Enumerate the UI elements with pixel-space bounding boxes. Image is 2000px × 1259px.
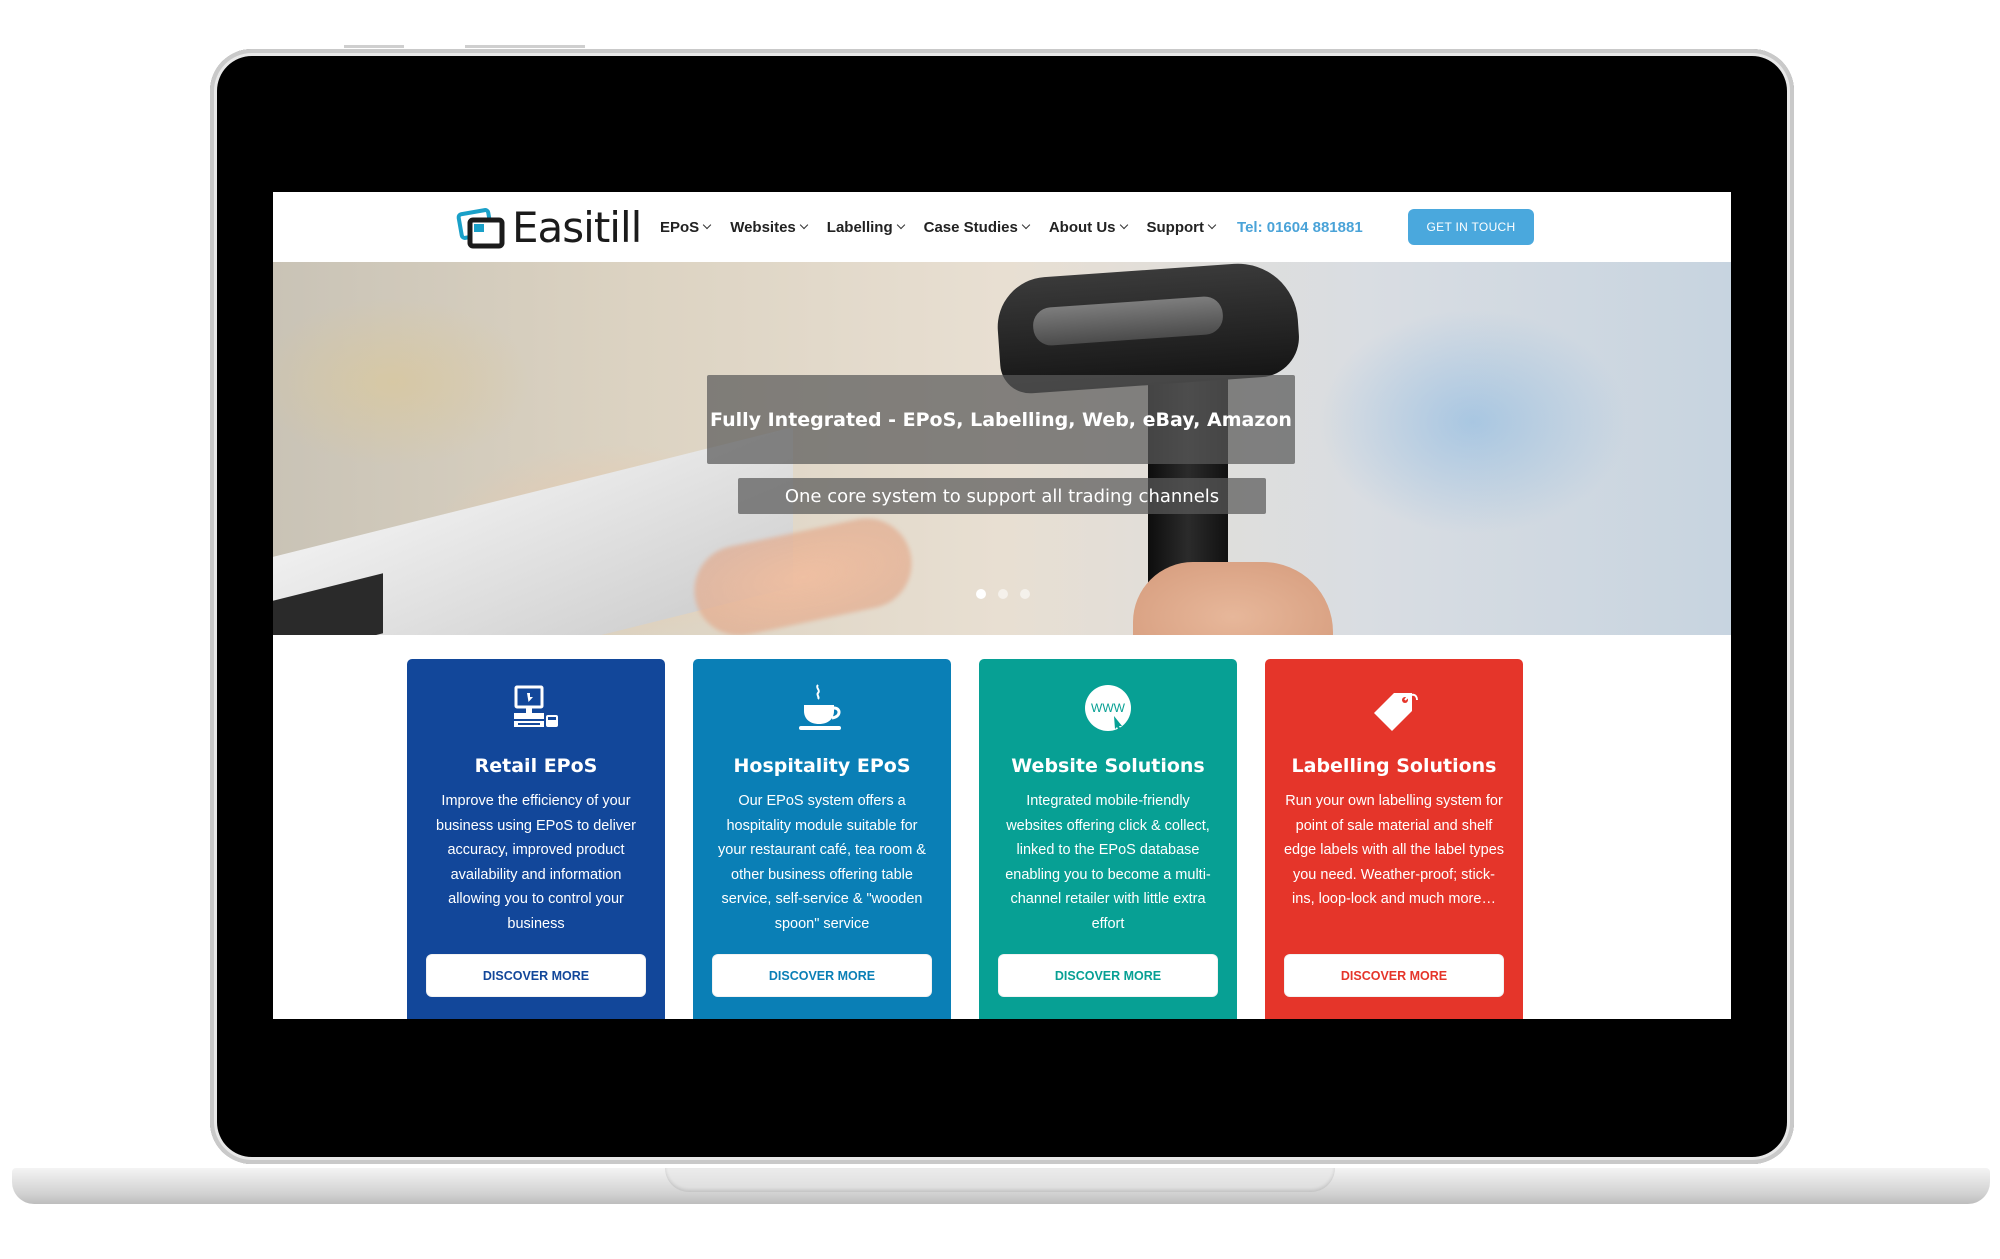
nav-label: Labelling xyxy=(826,218,893,236)
nav-label: Case Studies xyxy=(923,218,1018,236)
hero-subtitle-box: One core system to support all trading c… xyxy=(738,478,1266,514)
phone-link[interactable]: Tel: 01604 881881 xyxy=(1237,219,1363,236)
www-globe-icon: WWW xyxy=(979,679,1237,737)
nav-item-labelling[interactable]: Labelling xyxy=(826,218,905,236)
card-title: Hospitality EPoS xyxy=(733,755,911,777)
slider-dot-2[interactable] xyxy=(998,589,1008,599)
nav-label: Websites xyxy=(730,218,796,236)
lid-bump-right xyxy=(465,45,585,48)
nav-label: EPoS xyxy=(660,218,700,236)
brand-logo[interactable]: Easitill xyxy=(456,202,642,252)
chevron-down-icon xyxy=(799,220,809,230)
discover-more-button[interactable]: DISCOVER MORE xyxy=(998,954,1218,997)
laptop-base-notch xyxy=(665,1168,1335,1192)
card-hospitality-epos: Hospitality EPoS Our EPoS system offers … xyxy=(693,659,951,1019)
nav-item-epos[interactable]: EPoS xyxy=(660,218,712,236)
nav-label: About Us xyxy=(1048,218,1116,236)
slider-dot-3[interactable] xyxy=(1020,589,1030,599)
discover-more-button[interactable]: DISCOVER MORE xyxy=(712,954,932,997)
epos-terminal-icon xyxy=(407,679,665,737)
hero-title-box: Fully Integrated - EPoS, Labelling, Web,… xyxy=(707,375,1295,464)
hero-hand-right xyxy=(1133,562,1333,635)
site-header: Easitill EPoS Websites Labelling Case St… xyxy=(273,192,1731,262)
nav-item-about-us[interactable]: About Us xyxy=(1048,218,1128,236)
card-title: Labelling Solutions xyxy=(1291,755,1497,777)
card-title: Retail EPoS xyxy=(474,755,598,777)
slider-dot-1[interactable] xyxy=(976,589,986,599)
price-tag-icon xyxy=(1265,679,1523,737)
hero-slider: Fully Integrated - EPoS, Labelling, Web,… xyxy=(273,262,1731,635)
hero-subtitle: One core system to support all trading c… xyxy=(784,485,1220,507)
discover-more-button[interactable]: DISCOVER MORE xyxy=(1284,954,1504,997)
card-description: Our EPoS system offers a hospitality mod… xyxy=(718,793,926,932)
nav-item-case-studies[interactable]: Case Studies xyxy=(923,218,1031,236)
chevron-down-icon xyxy=(1119,220,1128,230)
nav-item-websites[interactable]: Websites xyxy=(730,218,809,236)
card-description: Improve the efficiency of your business … xyxy=(436,793,636,932)
website: Easitill EPoS Websites Labelling Case St… xyxy=(273,192,1731,1019)
card-description: Run your own labelling system for point … xyxy=(1283,793,1505,907)
nav-label: Support xyxy=(1146,218,1205,236)
discover-more-button[interactable]: DISCOVER MORE xyxy=(426,954,646,997)
card-description: Integrated mobile-friendly websites offe… xyxy=(1005,793,1211,932)
brand-name: Easitill xyxy=(512,202,642,252)
card-website-solutions: WWW Website Solutions Integrated mobile-… xyxy=(979,659,1237,1019)
coffee-cup-icon xyxy=(693,679,951,737)
card-labelling-solutions: Labelling Solutions Run your own labelli… xyxy=(1265,659,1523,1019)
lid-bump-left xyxy=(344,45,404,48)
solutions-section: Retail EPoS Improve the efficiency of yo… xyxy=(273,635,1731,1019)
laptop-screen: Easitill EPoS Websites Labelling Case St… xyxy=(273,119,1731,1092)
chevron-down-icon xyxy=(702,220,712,230)
get-in-touch-button[interactable]: GET IN TOUCH xyxy=(1408,209,1534,245)
card-retail-epos: Retail EPoS Improve the efficiency of yo… xyxy=(407,659,665,1019)
chevron-down-icon xyxy=(896,220,905,230)
main-nav: EPoS Websites Labelling Case Studies Abo… xyxy=(660,192,1363,262)
chevron-down-icon xyxy=(1021,220,1031,230)
nav-item-support[interactable]: Support xyxy=(1146,218,1217,236)
chevron-down-icon xyxy=(1207,220,1217,230)
slider-dots xyxy=(976,589,1042,599)
hero-title: Fully Integrated - EPoS, Labelling, Web,… xyxy=(710,408,1292,431)
easitill-logo-icon xyxy=(456,208,505,249)
card-title: Website Solutions xyxy=(1011,755,1205,777)
svg-text:WWW: WWW xyxy=(1091,701,1126,715)
